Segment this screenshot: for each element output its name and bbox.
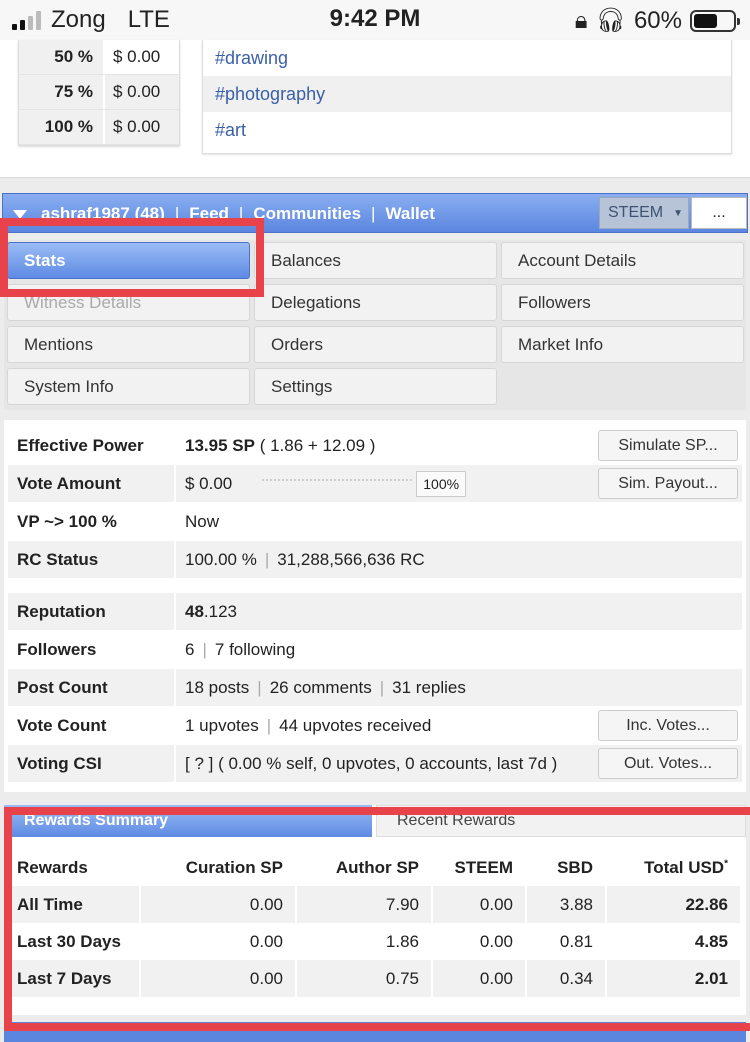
vote-weight-percent: 100% [416, 470, 467, 497]
chevron-down-icon: ▼ [673, 207, 684, 219]
comments-count: 26 comments [269, 677, 372, 697]
stat-label: Voting CSI [17, 753, 102, 773]
table-row: 75 % $ 0.00 [19, 75, 179, 110]
stat-reputation: Reputation 48.123 [8, 593, 742, 630]
stat-label: RC Status [17, 549, 99, 569]
highlight-box [4, 807, 750, 1031]
stat-value: Now [174, 503, 742, 540]
tab-followers[interactable]: Followers [501, 284, 744, 321]
stat-label: Vote Amount [17, 473, 121, 493]
payout-value: $ 0.00 [103, 75, 179, 109]
sim-payout-button[interactable]: Sim. Payout... [598, 468, 738, 499]
stat-value: $ 0.00 [185, 473, 233, 493]
tab-system-info[interactable]: System Info [7, 368, 250, 405]
nav-communities-link[interactable]: Communities [253, 204, 361, 224]
reputation-decimal: .123 [203, 601, 238, 621]
stat-rc-status: RC Status 100.00 % | 31,288,566,636 RC [8, 541, 742, 578]
replies-count: 31 replies [392, 677, 466, 697]
tab-mentions[interactable]: Mentions [7, 326, 250, 363]
tab-balances[interactable]: Balances [254, 242, 497, 279]
payout-value: $ 0.00 [103, 110, 179, 144]
stat-vp: VP ~> 100 % Now [8, 503, 742, 540]
table-row: 100 % $ 0.00 [19, 110, 179, 145]
upvotes-count: 1 upvotes [185, 715, 259, 735]
stat-voting-csi: Voting CSI [ ? ] ( 0.00 % self, 0 upvote… [8, 745, 742, 782]
currency-select-value: STEEM [608, 204, 664, 221]
stat-value: 13.95 SP [185, 435, 255, 455]
posts-count: 18 posts [185, 677, 250, 697]
stat-followers: Followers 6 | 7 following [8, 631, 742, 668]
currency-select[interactable]: STEEM ▼ [599, 197, 689, 229]
stat-post-count: Post Count 18 posts | 26 comments | 31 r… [8, 669, 742, 706]
payout-percent-table: 50 % $ 0.00 75 % $ 0.00 100 % $ 0.00 [18, 40, 180, 146]
out-votes-button[interactable]: Out. Votes... [598, 748, 738, 779]
inc-votes-button[interactable]: Inc. Votes... [598, 710, 738, 741]
table-row: 50 % $ 0.00 [19, 40, 179, 75]
payout-value: $ 0.00 [103, 40, 179, 74]
value-separator: | [257, 677, 262, 697]
stat-label: Followers [17, 639, 97, 659]
tab-market-info[interactable]: Market Info [501, 326, 744, 363]
stat-label: Post Count [17, 677, 108, 697]
payout-percent: 100 % [19, 110, 103, 144]
payout-card: 50 % $ 0.00 75 % $ 0.00 100 % $ 0.00 #dr… [0, 40, 750, 178]
battery-icon [690, 9, 740, 32]
tab-orders[interactable]: Orders [254, 326, 497, 363]
stat-detail: ( 1.86 + 12.09 ) [259, 435, 376, 455]
following-count: 7 following [214, 639, 296, 659]
stats-panel: Effective Power 13.95 SP ( 1.86 + 12.09 … [4, 420, 746, 792]
reputation-integer: 48 [185, 601, 204, 621]
stat-vote-count: Vote Count 1 upvotes | 44 upvotes receiv… [8, 707, 742, 744]
stat-label: Effective Power [17, 435, 144, 455]
stat-label: Reputation [17, 601, 106, 621]
followers-count: 6 [185, 639, 195, 659]
stat-effective-power: Effective Power 13.95 SP ( 1.86 + 12.09 … [8, 427, 742, 464]
payout-percent: 50 % [19, 40, 103, 74]
stat-detail: 31,288,566,636 RC [277, 549, 425, 569]
vote-weight-slider[interactable] [262, 478, 413, 489]
tag-link[interactable]: #photography [203, 76, 731, 112]
simulate-sp-button[interactable]: Simulate SP... [598, 430, 738, 461]
highlight-box [0, 218, 264, 297]
status-bar: Zong LTE 9:42 PM 🔒︎ 🎧︎ 60% [0, 0, 750, 40]
rotation-lock-icon: 🔒︎ [574, 6, 588, 34]
value-separator: | [264, 549, 270, 569]
payout-percent: 75 % [19, 75, 103, 109]
value-separator: | [202, 639, 207, 659]
tab-settings[interactable]: Settings [254, 368, 497, 405]
more-button[interactable]: ... [691, 197, 747, 229]
tab-account-details[interactable]: Account Details [501, 242, 744, 279]
tag-link[interactable]: #art [203, 112, 731, 148]
stat-value: 100.00 % [185, 549, 257, 569]
stat-label: Vote Count [17, 715, 107, 735]
tag-link[interactable]: #drawing [203, 40, 731, 76]
nav-separator: | [371, 204, 376, 223]
battery-percent: 60% [633, 6, 682, 34]
tab-delegations[interactable]: Delegations [254, 284, 497, 321]
headphones-icon: 🎧︎ [595, 7, 626, 34]
tag-list: #drawing #photography #art [202, 40, 732, 154]
stat-vote-amount: Vote Amount $ 0.00 100% Sim. Payout... [8, 465, 742, 502]
upvotes-received: 44 upvotes received [279, 715, 432, 735]
value-separator: | [379, 677, 385, 697]
nav-wallet-link[interactable]: Wallet [385, 204, 434, 224]
stat-label: VP ~> 100 % [17, 511, 117, 531]
value-separator: | [266, 715, 272, 735]
